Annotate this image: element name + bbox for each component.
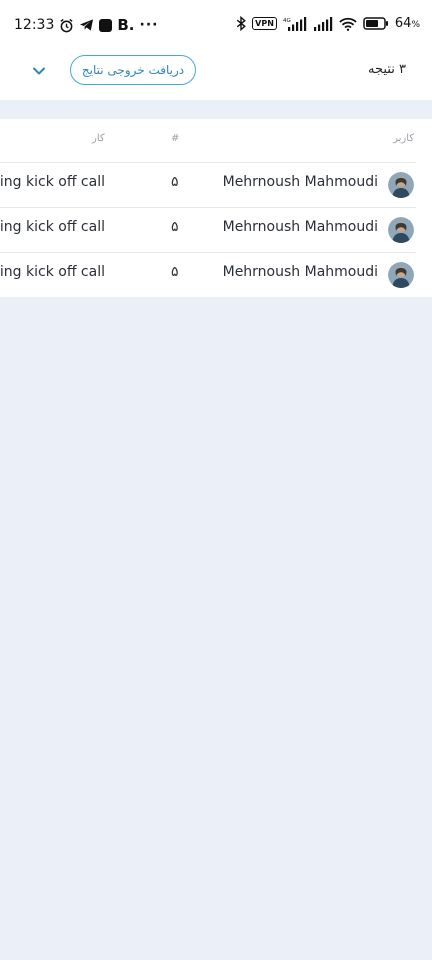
results-header: دریافت خروجی نتایج ۳ نتیجه — [0, 50, 432, 100]
more-notifications-icon: ··· — [139, 17, 159, 33]
battery-icon — [363, 17, 388, 30]
export-results-button[interactable]: دریافت خروجی نتایج — [70, 55, 196, 85]
column-header-number: # — [171, 133, 180, 144]
avatar — [388, 172, 414, 198]
wifi-icon — [339, 17, 357, 31]
svg-text:4G: 4G — [283, 18, 291, 24]
results-table: کاربر # کار ing kick off call ۵ Mehrnous… — [0, 119, 432, 297]
status-bar: 12:33 B. ··· VPN 4G 64% — [0, 0, 432, 50]
avatar — [388, 217, 414, 243]
b-app-icon: B. — [117, 16, 135, 34]
vpn-icon: VPN — [252, 17, 277, 30]
number-cell: ۵ — [171, 219, 179, 235]
column-header-user: کاربر — [393, 133, 414, 144]
status-bar-right: VPN 4G 64% — [236, 16, 420, 31]
cellular-signal-2-icon — [313, 16, 333, 31]
task-cell: ing kick off call — [0, 219, 105, 235]
table-row[interactable]: ing kick off call ۵ Mehrnoush Mahmoudi — [0, 163, 432, 208]
status-bar-left: 12:33 B. ··· — [14, 16, 158, 34]
chevron-down-icon[interactable] — [30, 62, 48, 80]
task-cell: ing kick off call — [0, 174, 105, 190]
battery-percent: 64% — [395, 16, 420, 31]
app-notification-icon — [99, 18, 113, 32]
table-row[interactable]: ing kick off call ۵ Mehrnoush Mahmoudi — [0, 208, 432, 253]
battery-percent-value: 64 — [394, 16, 412, 31]
battery-percent-unit: % — [411, 20, 420, 30]
user-name-cell: Mehrnoush Mahmoudi — [222, 219, 378, 235]
clock: 12:33 — [14, 17, 55, 33]
result-count: ۳ نتیجه — [368, 62, 406, 77]
alarm-icon — [60, 18, 73, 32]
user-name-cell: Mehrnoush Mahmoudi — [222, 264, 378, 280]
bluetooth-icon — [236, 16, 246, 31]
number-cell: ۵ — [171, 264, 179, 280]
user-name-cell: Mehrnoush Mahmoudi — [222, 174, 378, 190]
number-cell: ۵ — [171, 174, 179, 190]
avatar — [388, 262, 414, 288]
task-cell: ing kick off call — [0, 264, 105, 280]
table-row[interactable]: ing kick off call ۵ Mehrnoush Mahmoudi — [0, 253, 432, 297]
column-header-task: کار — [92, 133, 105, 144]
cellular-signal-icon: 4G — [283, 16, 307, 31]
telegram-icon — [80, 19, 94, 31]
